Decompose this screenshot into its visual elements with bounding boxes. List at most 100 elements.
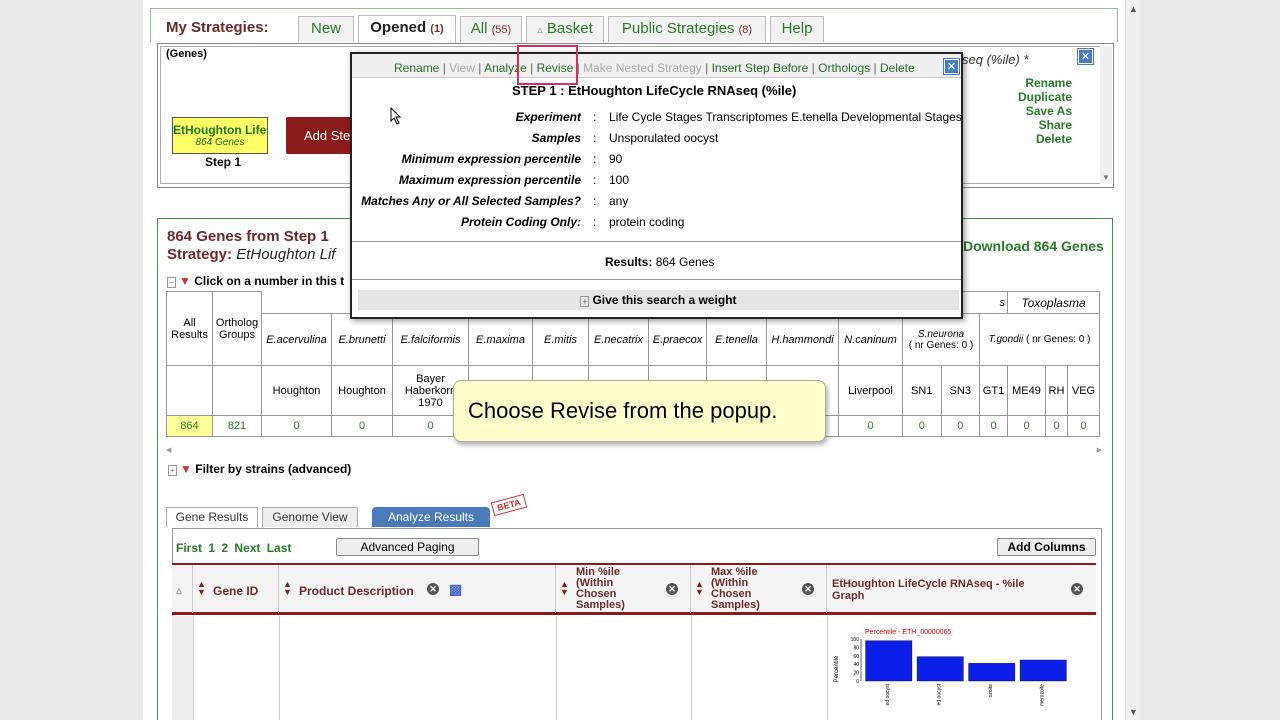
download-link[interactable]: Download 864 Genes (963, 238, 1104, 254)
remove-column-icon[interactable]: ✕ (1071, 583, 1083, 595)
chart-title: Percentile - ETH_00000065 (865, 629, 951, 636)
species-maxima: E.maxima (468, 313, 533, 366)
tab-opened[interactable]: Opened (1) (358, 15, 456, 43)
species-tgondii: T.gondii ( nr Genes: 0 ) (979, 313, 1100, 366)
y-tick-label: 100 (851, 637, 860, 643)
popup-delete-link[interactable]: Delete (880, 61, 915, 75)
bar (1019, 659, 1067, 682)
scroll-down-icon[interactable]: ▼ (1102, 173, 1110, 182)
strain-cell: ME49 (1007, 365, 1046, 416)
basket-icon[interactable]: ▵ (176, 583, 182, 597)
divider (352, 241, 961, 242)
param-row: Protein Coding Only:: protein coding (461, 215, 685, 229)
expand-icon[interactable]: + (580, 296, 590, 307)
word-cloud-icon[interactable]: ▩ (449, 581, 462, 598)
divider (827, 616, 828, 720)
basket-icon: ▵ (537, 24, 543, 36)
count-cell[interactable]: 0 (902, 415, 942, 437)
tab-genome-view[interactable]: Genome View (262, 507, 358, 527)
divider (691, 616, 692, 720)
table-hscroll[interactable]: ◀ ▶ (166, 446, 1102, 454)
strategy-scrollbar[interactable]: ▼ (1100, 46, 1112, 184)
all-results-count[interactable]: 864 (166, 415, 213, 437)
bar (968, 663, 1016, 682)
remove-column-icon[interactable]: ✕ (427, 583, 439, 595)
param-row: Matches Any or All Selected Samples?: any (361, 194, 629, 208)
col-product-description[interactable]: ▲ ▼ Product Description ✕ ▩ (279, 565, 556, 613)
strain-cell: GT1 (979, 365, 1008, 416)
popup-orthologs-link[interactable]: Orthologs (818, 61, 870, 75)
page-scrollbar[interactable]: ▲ ▼ (1125, 0, 1140, 720)
bar (916, 656, 964, 682)
col-max-percentile[interactable]: ▲ ▼ Max %ile (Within Chosen Samples) ✕ (691, 565, 827, 613)
col-graph[interactable]: EtHoughton LifeCycle RNAseq - %ile Graph… (827, 565, 1096, 613)
strain-cell: SN1 (902, 365, 942, 416)
strain-cell: RH (1045, 365, 1068, 416)
popup-insert-step-link[interactable]: Insert Step Before (712, 61, 809, 75)
tab-gene-results[interactable]: Gene Results (166, 507, 258, 527)
popup-nested-link: Make Nested Strategy (583, 61, 702, 75)
expand-icon[interactable]: + (168, 465, 177, 476)
count-cell[interactable]: 0 (838, 415, 903, 437)
filter-strains-toggle[interactable]: + ▼ Filter by strains (advanced) (168, 462, 351, 476)
step-1-box[interactable]: EtHoughton LifeC 864 Genes (172, 117, 268, 154)
tab-analyze-results[interactable]: Analyze Results (372, 507, 490, 527)
close-strategy-icon[interactable]: ✕ (1077, 48, 1094, 65)
y-tick-label: 40 (853, 662, 859, 668)
weight-toggle[interactable]: + Give this search a weight (358, 290, 959, 310)
tab-basket[interactable]: ▵ Basket (526, 16, 604, 42)
count-cell[interactable]: 0 (1045, 415, 1068, 437)
collapse-icon[interactable]: − (167, 277, 176, 288)
species-falciformis: E.falciformis (392, 313, 469, 366)
count-cell[interactable]: 0 (331, 415, 393, 437)
divider (556, 616, 557, 720)
advanced-paging-button[interactable]: Advanced Paging (336, 538, 479, 556)
add-columns-button[interactable]: Add Columns (997, 538, 1096, 556)
species-hammondi: H.hammondi (766, 313, 839, 366)
duplicate-strategy-link[interactable]: Duplicate (1000, 90, 1072, 104)
popup-rename-link[interactable]: Rename (394, 61, 439, 75)
scroll-down-icon[interactable]: ▼ (1128, 707, 1139, 718)
sort-icon[interactable]: ▲ ▼ (560, 580, 569, 597)
remove-column-icon[interactable]: ✕ (802, 583, 814, 595)
param-row: Experiment: Life Cycle Stages Transcripto… (515, 110, 962, 124)
ortholog-groups-count[interactable]: 821 (212, 415, 262, 437)
species-brunetti: E.brunetti (331, 313, 393, 366)
strategy-name-tail[interactable]: seq (%ile) * (962, 52, 1028, 67)
tab-help[interactable]: Help (770, 16, 824, 42)
remove-column-icon[interactable]: ✕ (666, 583, 678, 595)
scroll-up-icon[interactable]: ▲ (1128, 4, 1139, 15)
basket-column[interactable]: ▵ (172, 565, 193, 613)
count-cell[interactable]: 0 (261, 415, 332, 437)
count-cell[interactable]: 0 (1007, 415, 1046, 437)
count-cell[interactable]: 0 (940, 415, 980, 437)
x-tick-label: ozoite (988, 684, 994, 698)
percentile-graph[interactable]: Percentile - ETH_00000065 Percentile 100… (829, 621, 1084, 720)
delete-strategy-link[interactable]: Delete (1000, 132, 1072, 146)
sort-icon[interactable]: ▲ ▼ (283, 580, 292, 597)
tab-public-strategies[interactable]: Public Strategies (8) (608, 16, 766, 42)
filter-icon: ▼ (180, 462, 192, 476)
scroll-right-icon[interactable]: ▶ (1097, 446, 1102, 454)
tab-new[interactable]: New (298, 16, 354, 42)
pager[interactable]: First 1 2 Next Last (176, 541, 291, 555)
species-necatrix: E.necatrix (588, 313, 649, 366)
col-gene-id[interactable]: ▲ ▼ Gene ID (193, 565, 279, 613)
all-results-header: All Results (166, 291, 213, 366)
my-strategies-title: My Strategies: (166, 19, 269, 36)
col-min-percentile[interactable]: ▲ ▼ Min %ile (Within Chosen Samples) ✕ (556, 565, 691, 613)
strain-cell: VEG (1067, 365, 1100, 416)
rename-strategy-link[interactable]: Rename (1000, 76, 1072, 90)
scroll-left-icon[interactable]: ◀ (166, 447, 171, 454)
share-link[interactable]: Share (1000, 118, 1072, 132)
bar (865, 640, 913, 682)
popup-close-icon[interactable]: ✕ (943, 58, 960, 75)
chart-ylabel: Percentile (834, 655, 840, 682)
count-cell[interactable]: 0 (979, 415, 1008, 437)
save-as-link[interactable]: Save As (1000, 104, 1072, 118)
count-cell[interactable]: 0 (1067, 415, 1100, 437)
sort-icon[interactable]: ▲ ▼ (197, 580, 206, 597)
tab-all[interactable]: All (55) (460, 16, 522, 42)
sort-icon[interactable]: ▲ ▼ (695, 580, 704, 597)
filter-icon: ▼ (179, 274, 191, 288)
